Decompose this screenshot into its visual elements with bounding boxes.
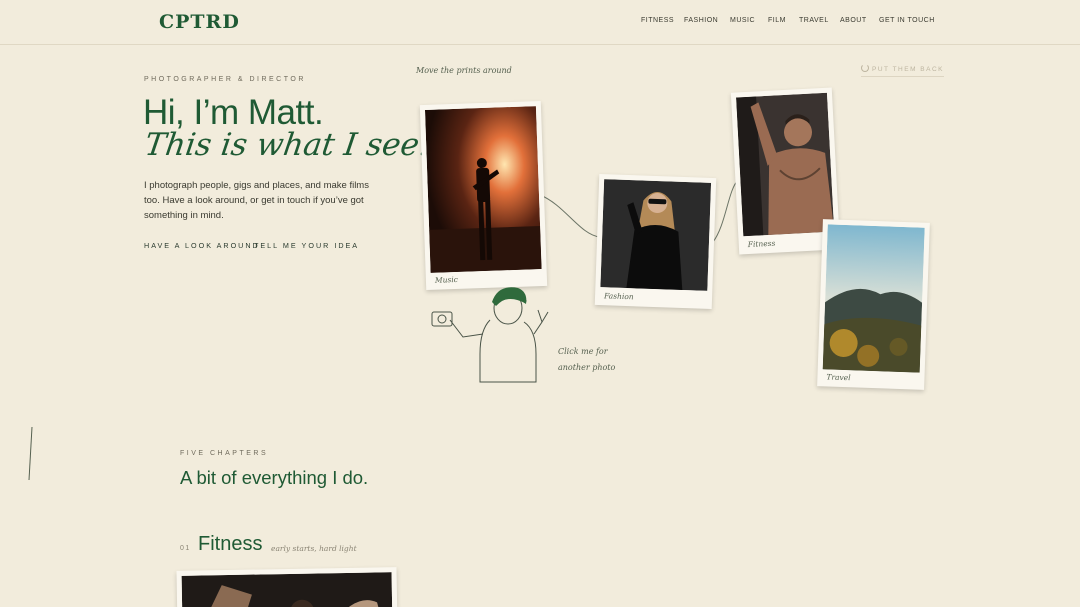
click-hint-line2: another photo — [558, 363, 616, 372]
fashion-photo — [600, 179, 712, 291]
chapter-fitness-photo — [181, 572, 393, 607]
click-hint-line1: Click me for — [558, 347, 608, 356]
fitness-photo — [736, 92, 835, 237]
photographer-illustration[interactable] — [428, 282, 553, 384]
music-photo — [424, 106, 542, 273]
print-caption: Travel — [826, 372, 851, 383]
chapters-eyebrow: FIVE CHAPTERS — [180, 450, 269, 457]
print-travel[interactable]: Travel — [817, 219, 930, 390]
print-fashion[interactable]: Fashion — [594, 173, 717, 310]
chapters-heading: A bit of everything I do. — [180, 467, 369, 488]
chapter-title: Fitness — [198, 533, 263, 555]
travel-photo — [822, 224, 925, 373]
chapter-subtitle: early starts, hard light — [271, 544, 357, 553]
chapter-number: 01 — [180, 545, 191, 552]
print-music[interactable]: Music — [419, 100, 548, 291]
print-caption: Fitness — [747, 238, 776, 250]
chapter-fitness-print[interactable] — [176, 567, 398, 607]
print-caption: Fashion — [603, 291, 634, 302]
